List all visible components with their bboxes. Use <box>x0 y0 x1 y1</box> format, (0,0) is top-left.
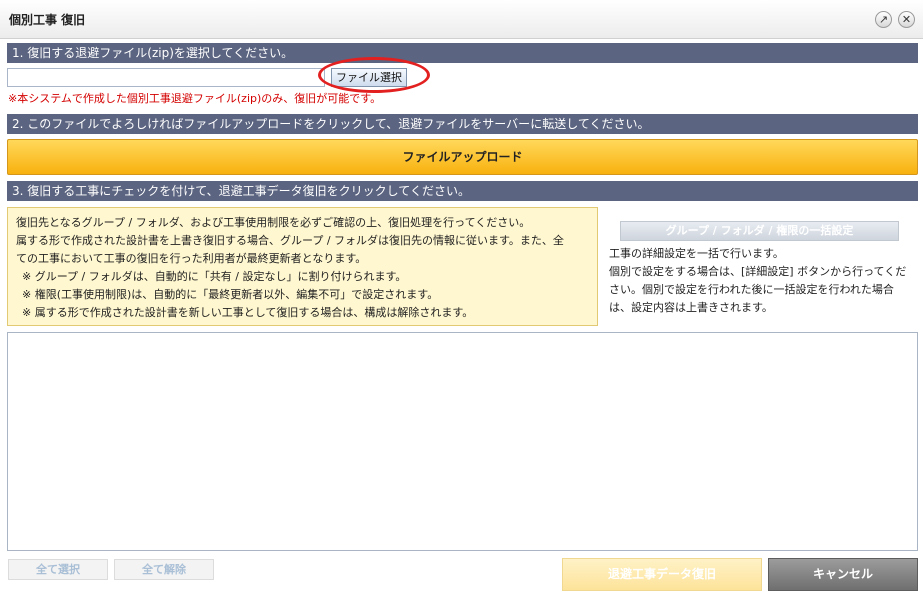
step3-header: 3. 復旧する工事にチェックを付けて、退避工事データ復旧をクリックしてください。 <box>7 181 918 201</box>
window-titlebar: 個別工事 復旧 ↗ ✕ <box>0 0 923 39</box>
zip-note: ※本システムで作成した個別工事退避ファイル(zip)のみ、復旧が可能です。 <box>8 92 382 105</box>
info-line: ※ 権限(工事使用制限)は、自動的に「最終更新者以外、編集不可」で設定されます。 <box>22 288 439 301</box>
window-title: 個別工事 復旧 <box>9 13 86 27</box>
info-line: ※ 属する形で作成された設計書を新しい工事として復旧する場合は、構成は解除されま… <box>22 306 474 319</box>
step2-header: 2. このファイルでよろしければファイルアップロードをクリックして、退避ファイル… <box>7 114 918 134</box>
select-all-button[interactable]: 全て選択 <box>8 559 108 580</box>
deselect-all-button[interactable]: 全て解除 <box>114 559 214 580</box>
info-line: ての工事において工事の復旧を行った利用者が最終更新者となります。 <box>16 252 367 265</box>
bulk-desc-line: さい。個別で設定を行われた後に一括設定を行われた場合 <box>609 283 894 296</box>
restore-info-box: 復旧先となるグループ / フォルダ、および工事使用制限を必ずご確認の上、復旧処理… <box>7 207 598 326</box>
close-icon[interactable]: ✕ <box>898 11 915 28</box>
popout-icon[interactable]: ↗ <box>875 11 892 28</box>
bulk-desc-line: 工事の詳細設定を一括で行います。 <box>609 247 784 260</box>
construction-list[interactable] <box>7 332 918 551</box>
step1-header: 1. 復旧する退避ファイル(zip)を選択してください。 <box>7 43 918 63</box>
file-upload-button[interactable]: ファイルアップロード <box>7 139 918 175</box>
bulk-settings-description: 工事の詳細設定を一括で行います。 個別で設定をする場合は、[詳細設定] ボタンか… <box>609 245 914 317</box>
cancel-button[interactable]: キャンセル <box>768 558 918 591</box>
bulk-desc-line: は、設定内容は上書きされます。 <box>609 301 773 314</box>
info-line: ※ グループ / フォルダは、自動的に「共有 / 設定なし」に割り付けられます。 <box>22 270 407 283</box>
info-line: 属する形で作成された設計書を上書き復旧する場合、グループ / フォルダは復旧先の… <box>16 234 564 247</box>
annotation-circle <box>318 57 430 93</box>
info-line: 復旧先となるグループ / フォルダ、および工事使用制限を必ずご確認の上、復旧処理… <box>16 216 531 229</box>
bulk-desc-line: 個別で設定をする場合は、[詳細設定] ボタンから行ってくだ <box>609 265 907 278</box>
bulk-settings-button[interactable]: グループ / フォルダ / 権限の一括設定 <box>620 221 899 241</box>
file-path-field[interactable] <box>7 68 325 87</box>
restore-data-button[interactable]: 退避工事データ復旧 <box>562 558 762 591</box>
